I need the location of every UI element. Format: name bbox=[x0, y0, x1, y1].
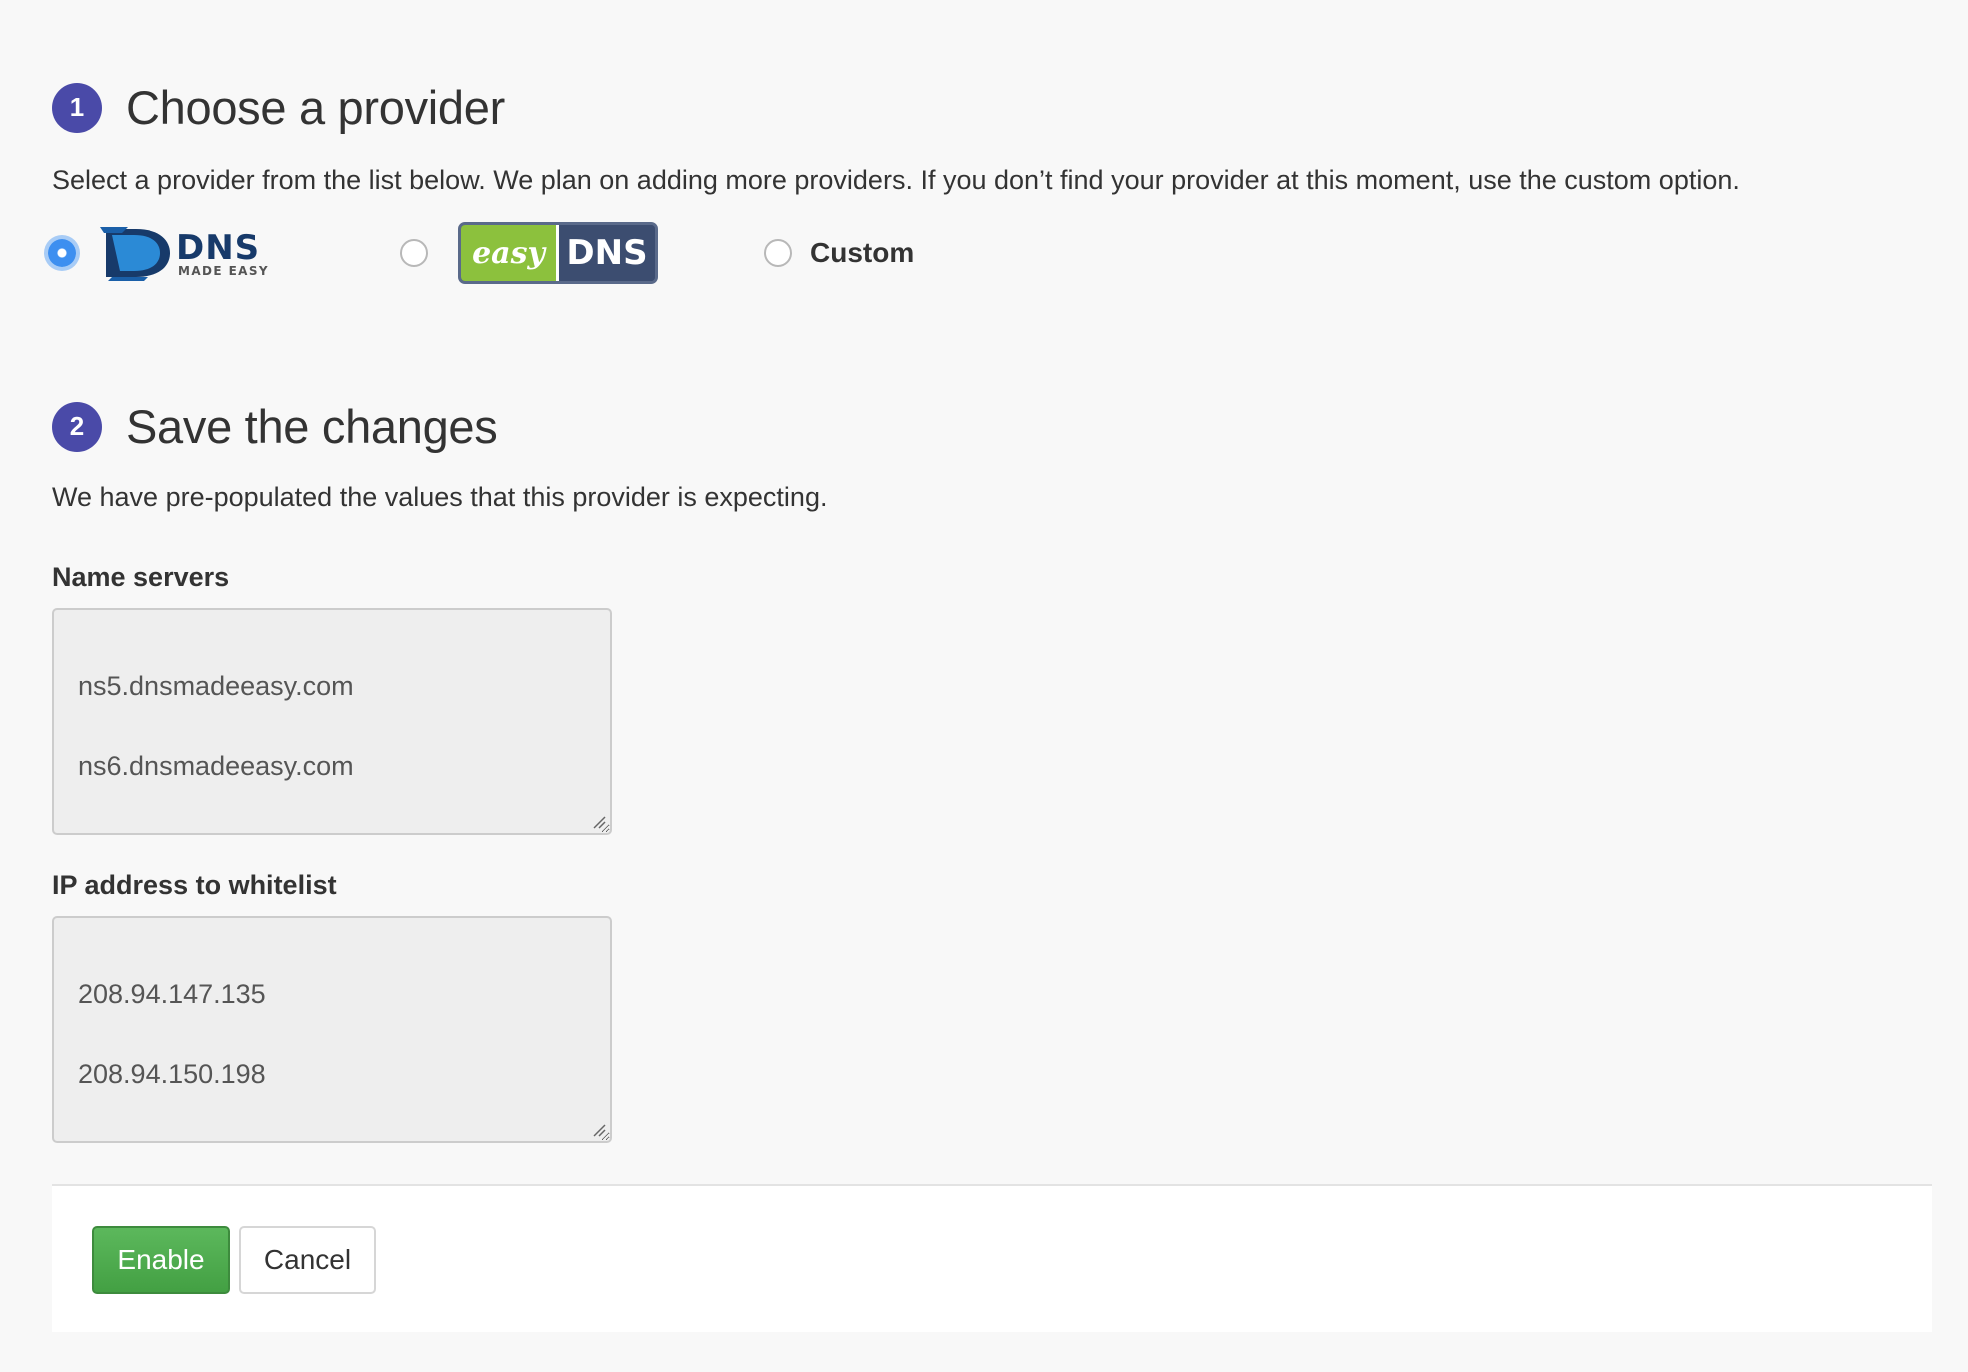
step1-description: Select a provider from the list below. W… bbox=[52, 165, 1740, 195]
step1-header: 1 Choose a provider bbox=[52, 80, 505, 135]
resize-grip-icon[interactable] bbox=[592, 815, 606, 829]
enable-button[interactable]: Enable bbox=[92, 1226, 230, 1294]
step2-header: 2 Save the changes bbox=[52, 399, 498, 454]
easydns-logo[interactable]: easy DNS bbox=[458, 222, 658, 284]
page: 1 Choose a provider Select a provider fr… bbox=[0, 0, 1968, 1372]
resize-grip-icon[interactable] bbox=[592, 1123, 606, 1137]
name-server-line: ns7.dnsmadeeasy.com bbox=[78, 826, 586, 833]
easydns-logo-dns-text: DNS bbox=[559, 225, 655, 281]
name-server-line: ns5.dnsmadeeasy.com bbox=[78, 671, 354, 701]
easydns-logo-easy-text: easy bbox=[461, 225, 559, 281]
dnsmadeeasy-radio[interactable] bbox=[48, 239, 76, 267]
ip-whitelist-label: IP address to whitelist bbox=[52, 870, 337, 900]
name-servers-label: Name servers bbox=[52, 562, 230, 592]
step1-badge: 1 bbox=[52, 82, 102, 133]
ip-address-line: 63.219.151.12 bbox=[78, 1134, 586, 1141]
name-server-line: ns6.dnsmadeeasy.com bbox=[78, 751, 354, 781]
dnsmadeeasy-logo[interactable]: DNS MADE EASY bbox=[98, 225, 298, 281]
dnsmadeeasy-logo-sub-text: MADE EASY bbox=[178, 264, 269, 278]
step2-description: We have pre-populated the values that th… bbox=[52, 482, 828, 512]
form-actions: Enable Cancel bbox=[52, 1184, 1932, 1332]
provider-option-easydns[interactable]: easy DNS bbox=[400, 222, 658, 284]
cancel-button[interactable]: Cancel bbox=[239, 1226, 376, 1294]
provider-radio-group: DNS MADE EASY easy DNS Custom bbox=[48, 220, 914, 286]
provider-option-dnsmadeeasy[interactable]: DNS MADE EASY bbox=[48, 225, 298, 281]
custom-radio[interactable] bbox=[764, 239, 792, 267]
ip-address-line: 208.94.147.135 bbox=[78, 979, 266, 1009]
custom-label[interactable]: Custom bbox=[810, 237, 914, 269]
easydns-radio[interactable] bbox=[400, 239, 428, 267]
dnsmadeeasy-logo-main-text: DNS bbox=[176, 228, 260, 268]
ip-whitelist-textarea[interactable]: 208.94.147.135 208.94.150.198 63.219.151… bbox=[52, 916, 612, 1143]
provider-option-custom[interactable]: Custom bbox=[764, 237, 914, 269]
name-servers-textarea[interactable]: ns5.dnsmadeeasy.com ns6.dnsmadeeasy.com … bbox=[52, 608, 612, 835]
ip-address-line: 208.94.150.198 bbox=[78, 1059, 266, 1089]
step1-title: Choose a provider bbox=[126, 81, 505, 134]
step2-title: Save the changes bbox=[126, 400, 498, 453]
step2-badge: 2 bbox=[52, 401, 102, 452]
